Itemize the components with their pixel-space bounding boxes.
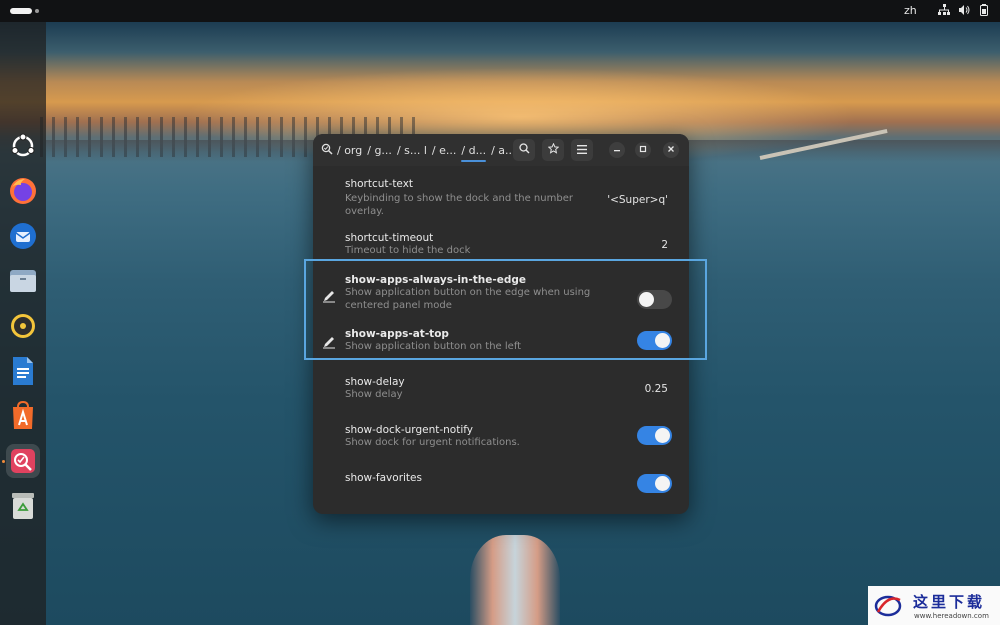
key-row[interactable]: shortcut-timeout Timeout to hide the doc…	[313, 232, 689, 266]
main-menu-button[interactable]	[571, 139, 593, 161]
toggle-switch-off[interactable]	[637, 290, 672, 309]
key-row[interactable]: shortcut-text Keybinding to show the doc…	[313, 176, 689, 222]
firefox-icon[interactable]	[6, 174, 40, 208]
input-language-indicator[interactable]: zh	[904, 4, 917, 17]
key-name: shortcut-text	[345, 178, 414, 190]
key-name: show-dock-urgent-notify	[345, 424, 473, 436]
key-name: show-delay	[345, 376, 405, 388]
toggle-knob	[655, 428, 670, 443]
key-name: show-apps-always-in-the-edge	[345, 274, 527, 286]
activities-indicator[interactable]	[10, 8, 32, 14]
workspace-dot[interactable]	[35, 9, 39, 13]
dconf-editor-icon[interactable]	[6, 444, 40, 478]
key-value: '<Super>q'	[607, 194, 668, 206]
path-bar[interactable]: / org / g... / s... l / e... / d... / a.…	[321, 142, 521, 162]
key-row[interactable]: show-delay Show delay 0.25	[313, 376, 689, 410]
thunderbird-icon[interactable]	[6, 219, 40, 253]
toggle-switch-on[interactable]	[637, 426, 672, 445]
key-row[interactable]: show-apps-always-in-the-edge Show applic…	[313, 274, 689, 320]
key-description: Show application button on the left	[345, 341, 522, 352]
key-row[interactable]: show-dock-urgent-notify Show dock for ur…	[313, 424, 689, 458]
watermark: 这里下载 www.hereadown.com	[868, 586, 1000, 625]
toggle-switch-on[interactable]	[637, 331, 672, 350]
search-icon	[518, 143, 530, 157]
trash-icon[interactable]	[6, 489, 40, 523]
app-center-icon[interactable]	[6, 399, 40, 433]
minimize-icon	[613, 145, 621, 156]
path-segment[interactable]: / org	[337, 144, 362, 157]
key-name: show-apps-at-top	[345, 328, 449, 340]
path-segment-current[interactable]: / d...	[461, 144, 486, 162]
rhythmbox-icon[interactable]	[6, 309, 40, 343]
dconf-editor-window: / org / g... / s... l / e... / d... / a.…	[313, 134, 689, 514]
keys-list: shortcut-text Keybinding to show the doc…	[313, 166, 689, 514]
running-indicator	[2, 460, 5, 463]
path-segment[interactable]: / g...	[367, 144, 392, 157]
key-row[interactable]: show-apps-at-top Show application button…	[313, 328, 689, 362]
battery-icon[interactable]	[978, 4, 990, 19]
pencil-modified-icon	[322, 289, 336, 307]
key-description: Show application button on the edge when…	[345, 287, 591, 311]
path-segment[interactable]: / e...	[432, 144, 456, 157]
toggle-knob	[655, 476, 670, 491]
key-value: 2	[661, 239, 668, 251]
key-description: Show dock for urgent notifications.	[345, 437, 520, 448]
path-segment[interactable]: / s... l	[397, 144, 427, 157]
key-name: show-favorites	[345, 472, 422, 484]
header-bar: / org / g... / s... l / e... / d... / a.…	[313, 134, 689, 166]
toggle-knob	[655, 333, 670, 348]
ship-wake	[470, 535, 560, 625]
network-icon[interactable]	[938, 4, 950, 19]
dock	[0, 22, 46, 625]
volume-icon[interactable]	[958, 4, 970, 19]
hamburger-menu-icon	[577, 144, 587, 157]
top-bar: zh	[0, 0, 1000, 22]
close-icon	[667, 145, 675, 156]
minimize-button[interactable]	[609, 142, 625, 158]
pencil-modified-icon	[322, 335, 336, 353]
ubuntu-logo-icon[interactable]	[6, 129, 40, 163]
watermark-url: www.hereadown.com	[914, 612, 989, 620]
maximize-icon	[639, 145, 647, 156]
key-description: Timeout to hide the dock	[345, 245, 471, 256]
star-icon	[547, 142, 559, 157]
key-description: Keybinding to show the dock and the numb…	[345, 193, 573, 217]
files-icon[interactable]	[6, 264, 40, 298]
watermark-title: 这里下载	[913, 593, 986, 611]
libreoffice-writer-icon[interactable]	[6, 354, 40, 388]
key-description: Show delay	[345, 389, 403, 400]
key-name: shortcut-timeout	[345, 232, 434, 244]
key-value: 0.25	[644, 383, 668, 395]
search-button[interactable]	[513, 139, 535, 161]
toggle-switch-on[interactable]	[637, 474, 672, 493]
close-button[interactable]	[663, 142, 679, 158]
maximize-button[interactable]	[635, 142, 651, 158]
path-segment[interactable]: / a...	[491, 144, 515, 157]
key-row[interactable]: show-favorites	[313, 472, 689, 506]
dconf-path-icon	[321, 143, 333, 158]
toggle-knob	[639, 292, 654, 307]
bookmarks-button[interactable]	[542, 139, 564, 161]
watermark-logo	[874, 592, 902, 618]
